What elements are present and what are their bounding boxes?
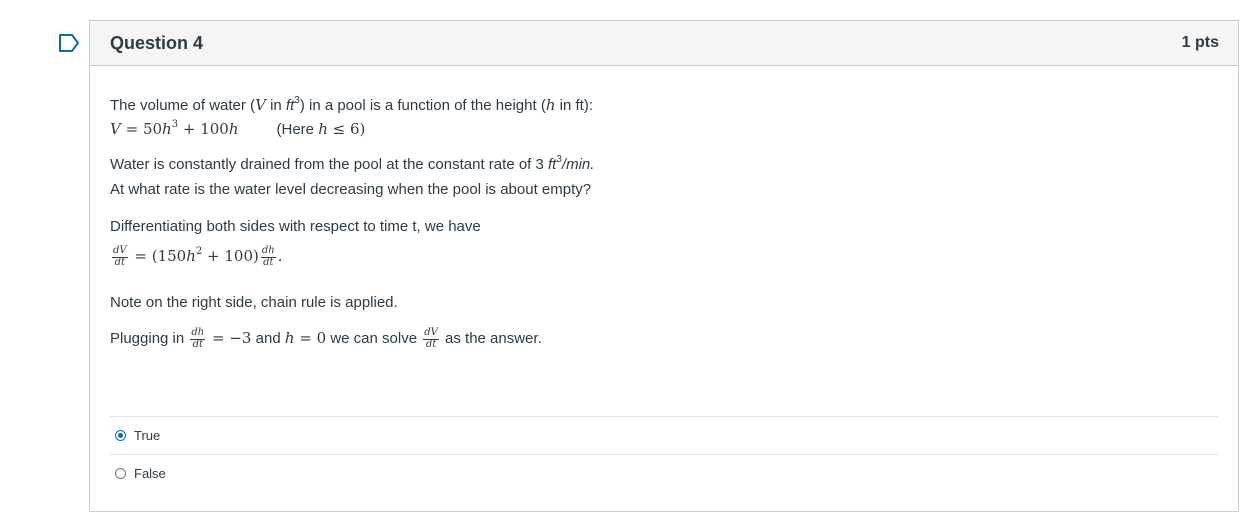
- flag-question-icon[interactable]: [58, 33, 80, 53]
- text-line-drain-rate: Water is constantly drained from the poo…: [110, 154, 595, 174]
- answer-false-label: False: [134, 466, 166, 481]
- text-line-differentiating: Differentiating both sides with respect …: [110, 218, 481, 235]
- question-title: Question 4: [110, 32, 204, 53]
- radio-true[interactable]: [115, 430, 126, 441]
- equation-volume: V = 50h3 + 100h (Here h ≤ 6): [110, 119, 366, 139]
- fraction-dv-dt: dV dt: [112, 245, 128, 268]
- fraction-dv-dt-answer: dV dt: [423, 327, 439, 350]
- text-line-plugging: Plugging in dh dt = −3 and h = 0 we can s…: [110, 327, 542, 350]
- fraction-dh-dt: dh dt: [260, 245, 276, 268]
- fraction-dh-dt-plug: dh dt: [190, 327, 206, 350]
- radio-false[interactable]: [115, 468, 126, 479]
- text-line-chain-rule: Note on the right side, chain rule is ap…: [110, 294, 398, 311]
- text-line-question: At what rate is the water level decreasi…: [110, 181, 592, 198]
- equation-derivative: dV dt = (150h2 + 100) dh dt.: [112, 245, 283, 268]
- answer-true[interactable]: True: [110, 416, 1218, 454]
- question-header: Question 4 1 pts: [90, 21, 1238, 66]
- question-points: 1 pts: [1181, 34, 1219, 51]
- answer-options: True False: [110, 416, 1218, 492]
- answer-false[interactable]: False: [110, 454, 1218, 492]
- question-card: Question 4 1 pts The volume of water (V …: [89, 20, 1239, 512]
- answer-true-label: True: [134, 428, 161, 443]
- text-line-volume: The volume of water (V in ft3) in a pool…: [110, 95, 593, 115]
